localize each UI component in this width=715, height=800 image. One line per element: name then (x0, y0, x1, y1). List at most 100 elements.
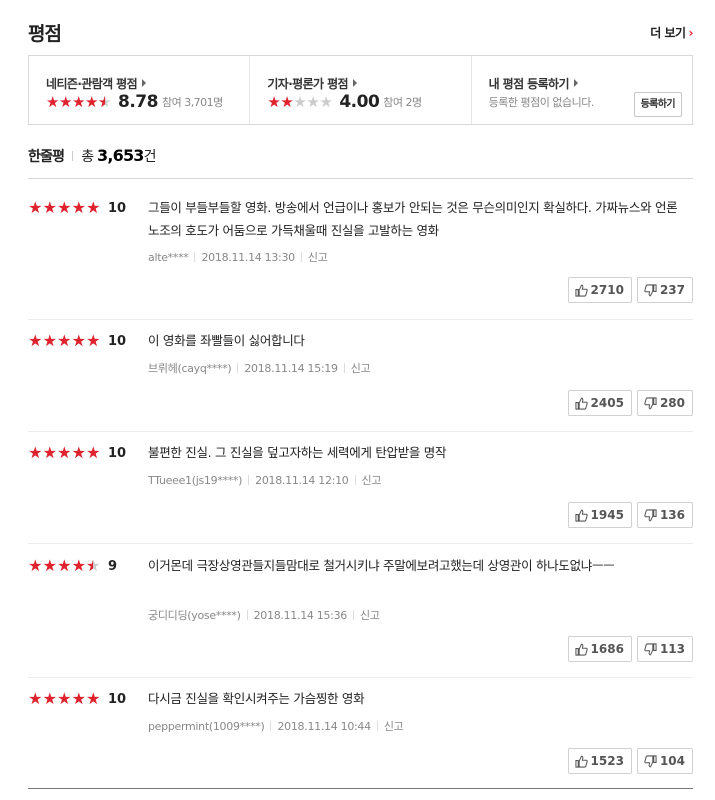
star-icon: ★ (86, 689, 101, 708)
review-item: ★ ★ ★ ★ ★ 10 불편한 진실. 그 진실을 덮고자하는 세력에게 탄압받을 명작 T… (28, 431, 693, 544)
star-icon: ★ (57, 331, 72, 350)
my-rating-empty: 등록한 평점이 없습니다. (488, 96, 595, 109)
half-star-icon: ★ (86, 558, 101, 575)
review-date: 2018.11.14 15:19 (244, 362, 338, 375)
star-icon: ★ (71, 556, 86, 575)
list-bottom-border (28, 788, 693, 789)
report-link[interactable]: 신고 (384, 720, 404, 733)
star-icon: ★ (57, 689, 72, 708)
dislike-count: 237 (659, 283, 685, 297)
star-icon: ★ (28, 331, 43, 350)
like-button[interactable]: 1686 (567, 636, 632, 662)
report-link[interactable]: 신고 (362, 474, 382, 487)
dislike-button[interactable]: 104 (636, 748, 693, 774)
more-link[interactable]: 더 보기 › (650, 24, 693, 41)
review-meta: peppermint(1009****) 2018.11.14 10:44 신고 (148, 718, 404, 734)
review-item: ★ ★ ★ ★ ★ 10 다시금 진실을 확인시켜주는 가슴찡한 영화 peppermint(… (28, 677, 693, 788)
more-label: 더 보기 (650, 26, 686, 40)
review-text: 그들이 부들부들할 영화. 방송에서 언급이나 홍보가 안되는 것은 무슨의미인… (148, 200, 678, 238)
review-date: 2018.11.14 10:44 (277, 720, 371, 733)
review-meta: alte**** 2018.11.14 13:30 신고 (148, 249, 328, 265)
review-user[interactable]: TTueee1(js19****) (148, 474, 242, 487)
review-score: 9 (108, 559, 118, 574)
divider (248, 475, 250, 485)
rating-header: 평점 더 보기 › (28, 0, 694, 55)
like-button[interactable]: 1523 (567, 748, 632, 774)
star-icon: ★ (86, 331, 101, 350)
star-icon: ★ (28, 689, 43, 708)
my-rating-label: 내 평점 등록하기 (488, 77, 570, 91)
report-link[interactable]: 신고 (351, 362, 371, 375)
like-count: 2405 (590, 396, 624, 410)
like-count: 1523 (590, 754, 624, 768)
review-meta: 궁디디딩(yose****) 2018.11.14 15:36 신고 (148, 607, 380, 623)
vote-buttons: 1945 136 (567, 502, 693, 528)
vote-buttons: 1686 113 (567, 636, 693, 662)
divider (72, 151, 74, 161)
star-icon: ★ (71, 443, 86, 462)
report-link[interactable]: 신고 (308, 251, 328, 264)
like-button[interactable]: 2405 (567, 390, 632, 416)
dislike-button[interactable]: 113 (636, 636, 693, 662)
star-icon: ★ (42, 443, 57, 462)
review-stars: ★ ★ ★ ★ ★ (28, 556, 101, 575)
critic-stars: ★ ★ ★ ★ ★ (267, 92, 333, 111)
review-user[interactable]: 궁디디딩(yose****) (148, 609, 241, 622)
review-stars: ★ ★ ★ ★ ★ (28, 200, 101, 216)
vote-buttons: 2710 237 (567, 277, 693, 303)
star-icon: ★ (71, 331, 86, 350)
review-count: 한줄평 총 3,653건 (28, 146, 157, 166)
review-text: 불편한 진실. 그 진실을 덮고자하는 세력에게 탄압받을 명작 (148, 445, 447, 460)
divider (353, 610, 354, 620)
vote-buttons: 2405 280 (567, 390, 693, 416)
star-empty-icon: ★ (319, 92, 333, 111)
dislike-count: 280 (659, 396, 685, 410)
star-icon: ★ (42, 689, 57, 708)
star-icon: ★ (86, 198, 101, 217)
review-count-number: 3,653 (97, 146, 144, 165)
my-rating-link[interactable]: 내 평점 등록하기 (489, 75, 578, 92)
review-count-label: 한줄평 (28, 149, 65, 165)
review-meta: TTueee1(js19****) 2018.11.14 12:10 신고 (148, 472, 381, 488)
critic-rating-label: 기자·평론가 평점 (267, 77, 348, 91)
critic-rating-link[interactable]: 기자·평론가 평점 (267, 75, 357, 92)
like-button[interactable]: 2710 (567, 277, 632, 303)
section-title: 평점 (28, 23, 62, 45)
dislike-count: 136 (659, 508, 685, 522)
chevron-right-icon: › (688, 26, 694, 40)
dislike-count: 104 (659, 754, 685, 768)
star-icon: ★ (71, 689, 86, 708)
divider (354, 475, 356, 485)
divider (300, 252, 302, 262)
dislike-button[interactable]: 136 (636, 502, 693, 528)
divider (237, 363, 239, 373)
review-text: 이거몬데 극장상영관들지들맘대로 철거시키냐 주말에보려고했는데 상영관이 하나… (148, 558, 615, 573)
review-item: ★ ★ ★ ★ ★ 10 이 영화를 좌빨들이 싫어합니다 브뤼헤(cayq****) 2018… (28, 319, 693, 432)
review-user[interactable]: 브뤼헤(cayq****) (148, 362, 232, 375)
netizen-rating-label: 네티즌·관람객 평점 (46, 77, 138, 91)
review-count-prefix: 총 (81, 149, 94, 165)
review-score: 10 (108, 334, 127, 349)
thumb-up-icon (574, 755, 588, 768)
review-user[interactable]: alte**** (148, 251, 189, 264)
register-rating-button[interactable]: 등록하기 (633, 92, 682, 117)
dislike-button[interactable]: 237 (636, 277, 693, 303)
star-icon: ★ (59, 92, 73, 111)
vote-buttons: 1523 104 (567, 748, 693, 774)
my-rating: 내 평점 등록하기 등록한 평점이 없습니다. 등록하기 (472, 56, 692, 124)
review-date: 2018.11.14 15:36 (253, 609, 348, 622)
netizen-stars: ★ ★ ★ ★ ★ (46, 92, 111, 111)
divider (194, 252, 196, 262)
report-link[interactable]: 신고 (360, 609, 380, 622)
thumb-up-icon (574, 397, 588, 410)
review-meta: 브뤼헤(cayq****) 2018.11.14 15:19 신고 (148, 360, 371, 376)
thumb-up-icon (574, 284, 588, 297)
review-stars: ★ ★ ★ ★ ★ (28, 445, 101, 461)
star-icon: ★ (72, 92, 86, 111)
review-user[interactable]: peppermint(1009****) (148, 720, 265, 733)
dislike-button[interactable]: 280 (636, 390, 693, 416)
netizen-rating-link[interactable]: 네티즌·관람객 평점 (46, 75, 147, 92)
dislike-count: 113 (659, 642, 685, 656)
star-icon: ★ (85, 92, 99, 111)
like-button[interactable]: 1945 (567, 502, 632, 528)
